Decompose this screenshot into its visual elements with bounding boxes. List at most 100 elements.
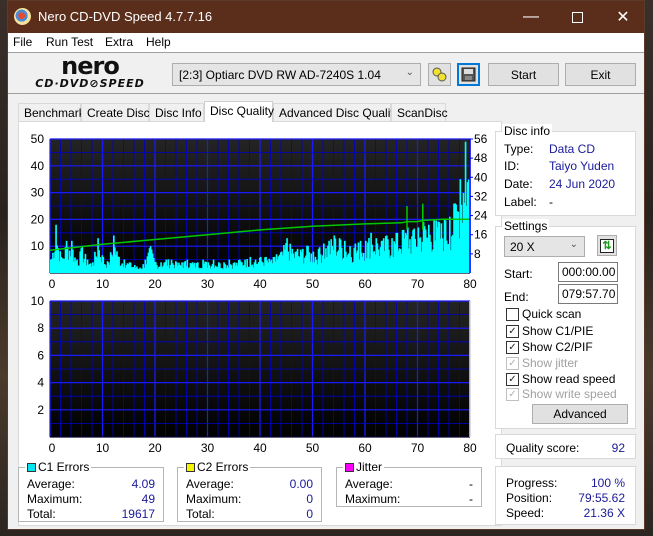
quality-score-label: Quality score: [506,441,580,455]
show-c1-pie-checkbox[interactable]: ✓ Show C1/PIE [506,324,593,338]
show-jitter-checkbox: ✓ Show jitter [506,356,578,370]
maximize-button[interactable] [554,1,600,33]
checkmark-icon: ✓ [506,356,519,370]
c2-average-value: 0.00 [289,477,313,491]
title-bar: Nero CD-DVD Speed 4.7.7.16 — ✕ [8,1,644,33]
read-speed-value: 20 X [510,240,535,254]
drive-config-button[interactable] [428,63,451,86]
minimize-button[interactable]: — [508,1,554,33]
disc-label-value: - [549,195,553,209]
disc-date-label: Date: [504,177,533,191]
drive-select[interactable]: [2:3] Optiarc DVD RW AD-7240S 1.04 ⌄ [172,63,421,86]
c2-maximum-row: Maximum: 0 [186,492,313,507]
disc-id-label: ID: [504,159,520,173]
checkmark-icon: ✓ [506,340,519,354]
toolbar: nero CD·DVD⊘SPEED [2:3] Optiarc DVD RW A… [8,52,644,94]
settings-title: Settings [502,219,550,233]
disc-label-row: Label: - [504,195,553,209]
chevron-down-icon: ⌄ [569,239,578,250]
jitter-title: Jitter [356,460,383,474]
close-button[interactable]: ✕ [600,1,646,33]
menu-extra[interactable]: Extra [105,35,133,49]
settings-group: Settings 20 X ⌄ ⇅ Start: 000:00.00 End: … [495,219,636,429]
c2-total-value: 0 [306,507,313,521]
menu-bar: File Run Test Extra Help [8,33,644,52]
speed-value: 21.36 X [583,506,625,520]
jitter-average-label: Average: [345,477,393,491]
c2-maximum-label: Maximum: [186,492,242,506]
start-button[interactable]: Start [488,63,559,86]
read-speed-select[interactable]: 20 X ⌄ [504,236,585,257]
c2-maximum-value: 0 [306,492,313,506]
refresh-icon: ⇅ [600,238,614,253]
drive-select-value: [2:3] Optiarc DVD RW AD-7240S 1.04 [179,68,381,82]
speed-label: Speed: [506,506,545,520]
drive-config-icon [432,67,447,82]
jitter-maximum-row: Maximum: - [345,492,473,507]
checkmark-icon: ✓ [506,324,519,338]
end-time-input[interactable]: 079:57.70 [558,284,618,304]
c1-total-label: Total: [27,507,56,521]
jitter-color-swatch [345,462,354,472]
disc-id-value: Taiyo Yuden [549,159,615,173]
show-c2-pif-label: Show C2/PIF [522,340,593,354]
disc-label-label: Label: [504,195,537,209]
c1-maximum-row: Maximum: 49 [27,492,155,507]
tab-create-disc[interactable]: Create Disc [81,103,150,122]
tab-disc-quality[interactable]: Disc Quality [204,101,274,122]
show-write-speed-label: Show write speed [522,387,617,401]
refresh-speed-button[interactable]: ⇅ [597,235,617,256]
c1-maximum-label: Maximum: [27,492,83,506]
c1-color-swatch [27,462,36,472]
exit-button[interactable]: Exit [565,63,636,86]
c2-total-row: Total: 0 [186,507,313,522]
tab-scandisc[interactable]: ScanDisc [391,103,448,122]
c1-errors-legend: C1 Errors [25,460,92,474]
jitter-average-value: - [469,477,473,491]
disc-type-value: Data CD [549,142,596,156]
menu-help[interactable]: Help [146,35,171,49]
tab-disc-info[interactable]: Disc Info [149,103,204,122]
menu-run-test[interactable]: Run Test [46,35,93,49]
quality-score-group: Quality score: 92 [495,434,636,459]
show-c2-pif-checkbox[interactable]: ✓ Show C2/PIF [506,340,593,354]
c2-total-label: Total: [186,507,215,521]
c1-average-row: Average: 4.09 [27,477,155,492]
disc-info-group: Disc info Type: Data CD ID: Taiyo Yuden Da… [495,124,636,216]
logo-nero-text: nero [61,52,120,80]
logo-cd-dvd-speed-text: CD·DVD⊘SPEED [35,77,145,90]
show-write-speed-checkbox: ✓ Show write speed [506,387,617,401]
c2-average-label: Average: [186,477,234,491]
start-time-input[interactable]: 000:00.00 [558,262,618,282]
maximize-icon [571,11,583,23]
menu-file[interactable]: File [13,35,32,49]
tab-advanced-disc-quality[interactable]: Advanced Disc Quality [273,103,400,122]
position-value: 79:55.62 [578,491,625,505]
progress-group: Progress: 100 % Position: 79:55.62 Speed… [495,466,636,525]
show-read-speed-checkbox[interactable]: ✓ Show read speed [506,372,615,386]
jitter-maximum-label: Maximum: [345,492,401,506]
show-read-speed-label: Show read speed [522,372,616,386]
c1-errors-title: C1 Errors [38,460,90,474]
nero-logo: nero CD·DVD⊘SPEED [15,52,165,93]
disc-date-row: Date: 24 Jun 2020 [504,177,615,191]
advanced-button[interactable]: Advanced [532,404,628,424]
start-label: Start: [504,267,533,281]
disc-id-row: ID: Taiyo Yuden [504,159,614,173]
jitter-maximum-value: - [469,492,473,506]
window-title: Nero CD-DVD Speed 4.7.7.16 [38,9,213,24]
c1-total-value: 19617 [121,507,155,521]
c2-errors-group: C2 Errors Average: 0.00 Maximum: 0 Total: 0 [177,460,322,522]
c1-total-row: Total: 19617 [27,507,155,522]
c2-average-row: Average: 0.00 [186,477,313,492]
position-label: Position: [506,491,553,505]
save-button[interactable] [457,63,480,86]
end-label: End: [504,290,529,304]
jitter-average-row: Average: - [345,477,473,492]
c1-errors-group: C1 Errors Average: 4.09 Maximum: 49 Total:… [18,460,164,522]
checkmark-icon: ✓ [506,372,519,386]
nero-app-icon [14,8,31,25]
c2-errors-title: C2 Errors [197,460,249,474]
tab-benchmark[interactable]: Benchmark [18,103,85,122]
quick-scan-checkbox[interactable]: Quick scan [506,307,581,321]
